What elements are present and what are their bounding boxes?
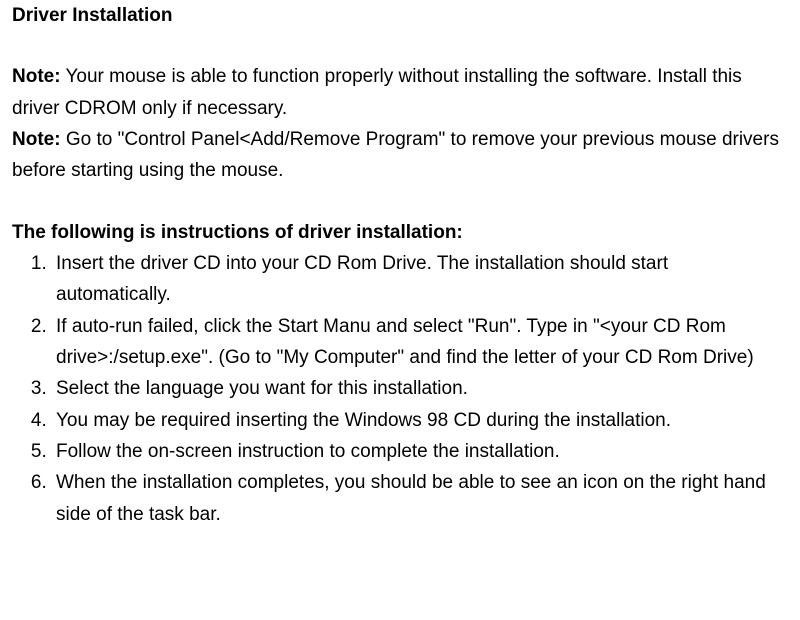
list-item: Insert the driver CD into your CD Rom Dr…	[52, 248, 788, 311]
notes-section: Note: Your mouse is able to function pro…	[12, 61, 788, 186]
note-text-1: Your mouse is able to function properly …	[12, 66, 742, 118]
note-label: Note:	[12, 66, 61, 87]
list-item: You may be required inserting the Window…	[52, 405, 788, 436]
note-text-2: Go to "Control Panel<Add/Remove Program"…	[12, 129, 779, 181]
note-1: Note: Your mouse is able to function pro…	[12, 61, 788, 124]
list-item: If auto-run failed, click the Start Manu…	[52, 311, 788, 374]
note-2: Note: Go to "Control Panel<Add/Remove Pr…	[12, 124, 788, 187]
instructions-heading: The following is instructions of driver …	[12, 217, 788, 248]
list-item: Follow the on-screen instruction to comp…	[52, 436, 788, 467]
list-item: Select the language you want for this in…	[52, 373, 788, 404]
instructions-list: Insert the driver CD into your CD Rom Dr…	[12, 248, 788, 530]
page-title: Driver Installation	[12, 0, 788, 31]
list-item: When the installation completes, you sho…	[52, 467, 788, 530]
note-label: Note:	[12, 129, 61, 150]
